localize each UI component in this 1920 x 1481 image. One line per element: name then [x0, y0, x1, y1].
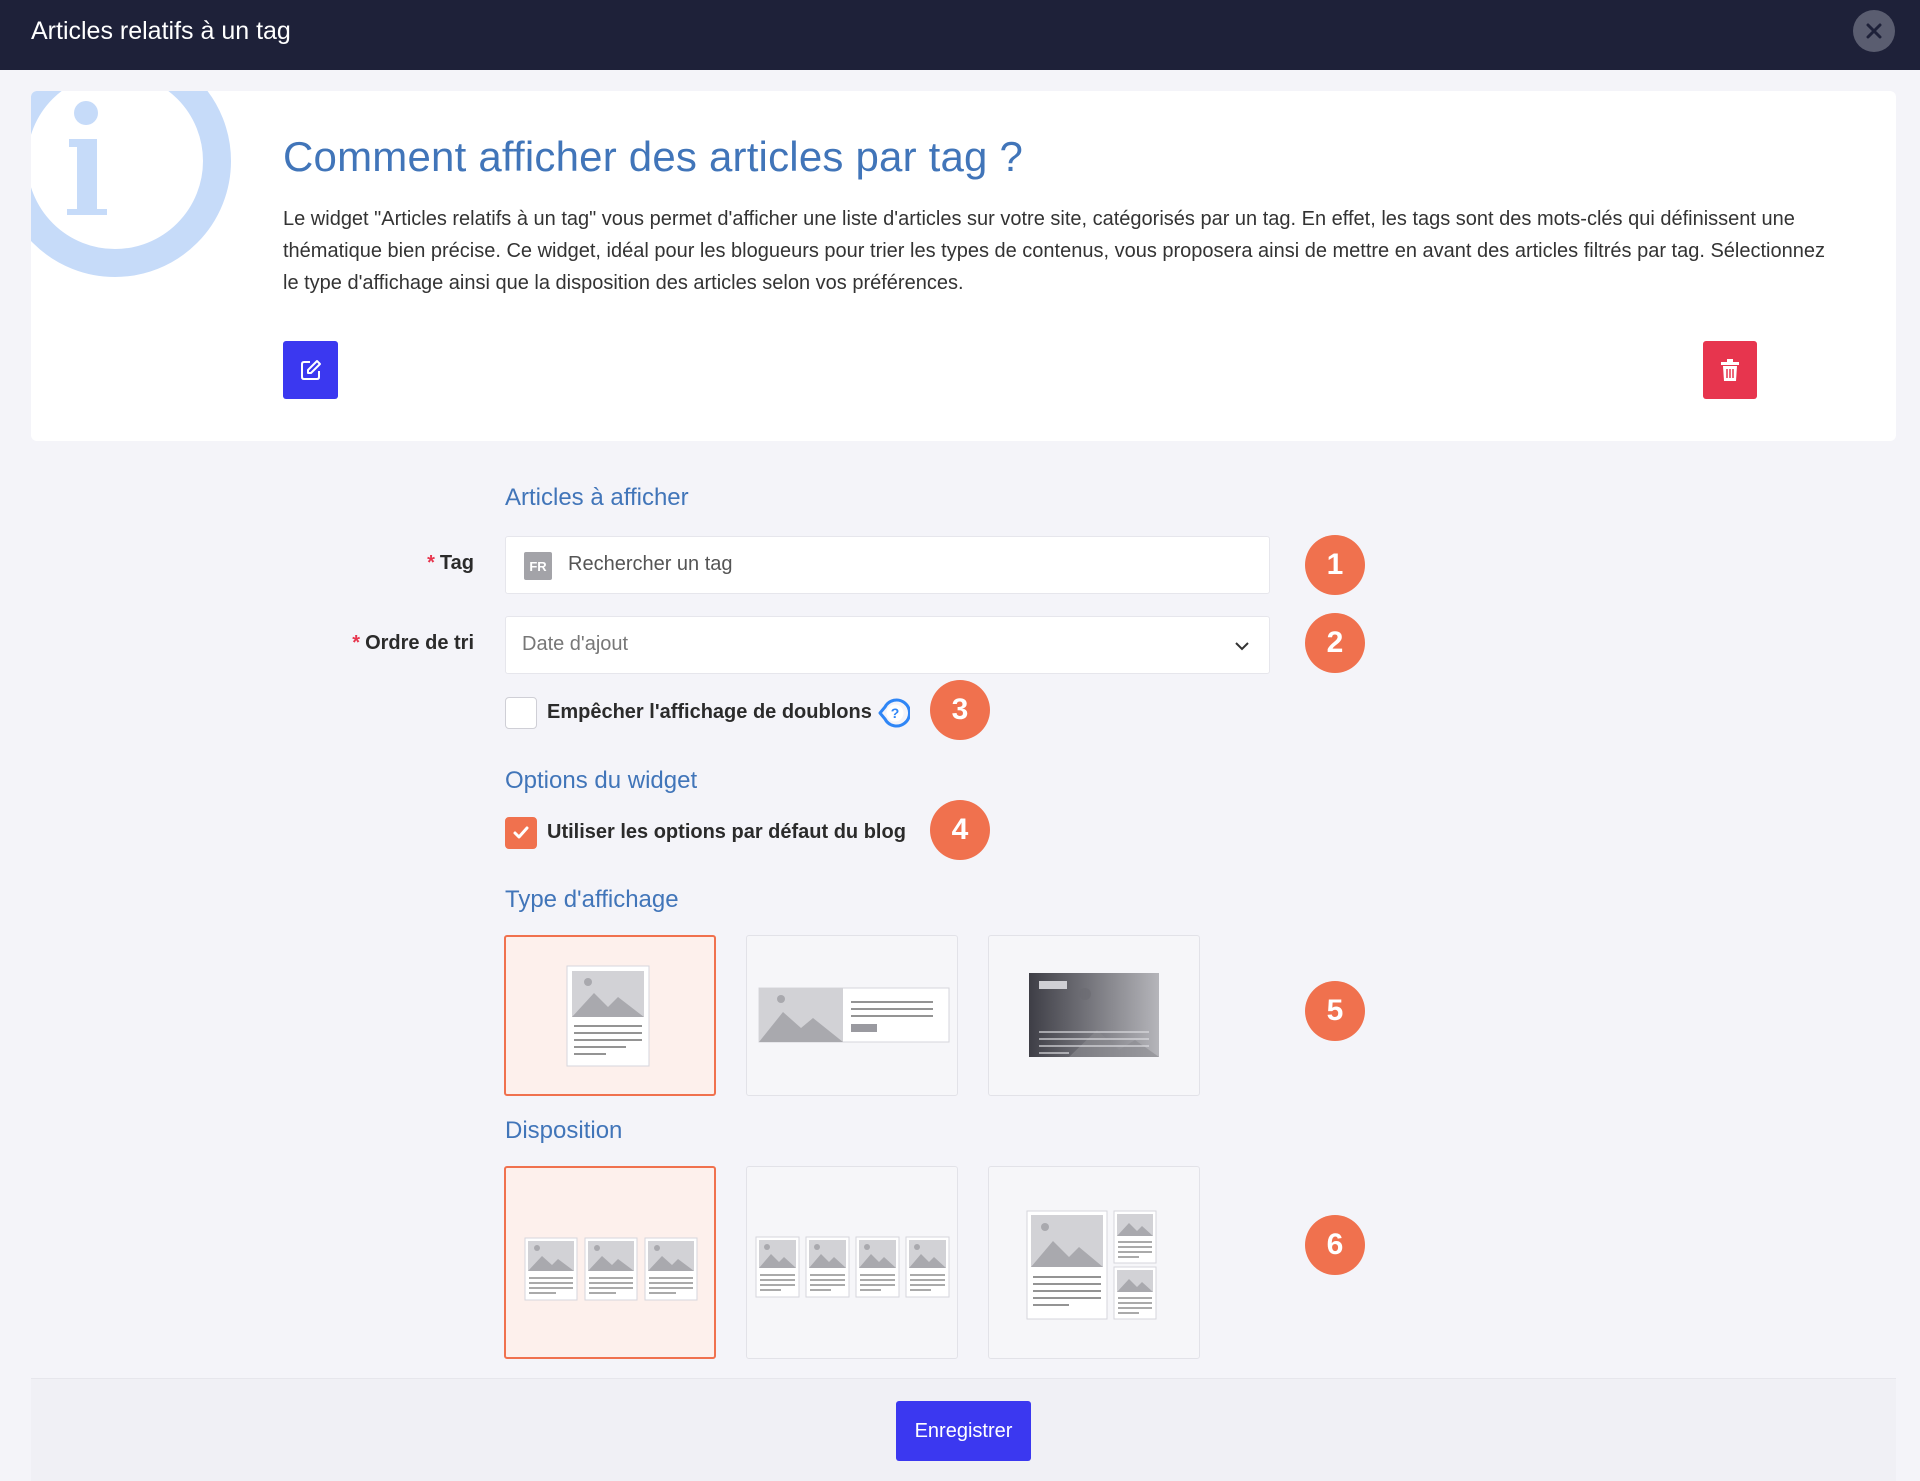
required-mark: *: [427, 552, 435, 574]
delete-button[interactable]: [1703, 341, 1757, 399]
tag-search-placeholder: Rechercher un tag: [568, 553, 733, 575]
display-type-card[interactable]: [504, 935, 716, 1096]
layout-featured-grid[interactable]: [988, 1166, 1200, 1359]
sort-label: * Ordre de tri: [300, 632, 474, 655]
help-icon[interactable]: ?: [876, 696, 910, 730]
horizontal-layout-preview: [758, 987, 950, 1043]
section-widget-options: Options du widget: [505, 767, 698, 794]
info-description: Le widget "Articles relatifs à un tag" v…: [283, 208, 1825, 294]
display-type-horizontal[interactable]: [746, 935, 958, 1096]
edit-button[interactable]: [283, 341, 338, 399]
close-icon: [1866, 23, 1882, 39]
step-badge-2: 2: [1305, 613, 1365, 673]
info-card: Comment afficher des articles par tag ? …: [31, 91, 1896, 441]
svg-text:?: ?: [891, 705, 900, 721]
tag-label-text: Tag: [439, 552, 474, 574]
step-badge-5: 5: [1305, 981, 1365, 1041]
no-duplicates-label: Empêcher l'affichage de doublons: [547, 701, 872, 723]
featured-grid-preview: [1026, 1210, 1157, 1320]
three-columns-preview: [524, 1237, 698, 1301]
use-blog-defaults-label: Utiliser les options par défaut du blog: [547, 821, 906, 843]
display-type-overlay[interactable]: [988, 935, 1200, 1096]
info-title: Comment afficher des articles par tag ?: [283, 133, 1024, 180]
tag-search-input[interactable]: FR Rechercher un tag: [505, 536, 1270, 594]
step-badge-4: 4: [930, 800, 990, 860]
language-badge: FR: [524, 552, 552, 580]
info-icon: [31, 91, 231, 277]
modal-header: Articles relatifs à un tag: [0, 0, 1920, 70]
required-mark: *: [352, 632, 361, 654]
overlay-layout-preview: [1029, 973, 1159, 1057]
trash-icon: [1721, 359, 1739, 381]
step-badge-6: 6: [1305, 1215, 1365, 1275]
checkmark-icon: [513, 826, 529, 839]
step-badge-1: 1: [1305, 535, 1365, 595]
tag-label: * Tag: [300, 552, 474, 575]
use-blog-defaults-checkbox[interactable]: [505, 817, 537, 849]
section-articles: Articles à afficher: [505, 484, 689, 511]
chevron-down-icon: [1235, 642, 1249, 651]
edit-icon: [300, 360, 321, 380]
sort-label-text: Ordre de tri: [365, 632, 474, 654]
no-duplicates-checkbox[interactable]: [505, 697, 537, 729]
step-badge-3: 3: [930, 680, 990, 740]
card-layout-preview: [566, 965, 650, 1067]
section-display-type: Type d'affichage: [505, 886, 679, 913]
close-button[interactable]: [1853, 10, 1895, 52]
layout-four-columns[interactable]: [746, 1166, 958, 1359]
modal-title: Articles relatifs à un tag: [31, 17, 291, 45]
sort-order-select[interactable]: Date d'ajout: [505, 616, 1270, 674]
four-columns-preview: [755, 1236, 950, 1298]
save-button[interactable]: Enregistrer: [896, 1401, 1031, 1461]
sort-order-value: Date d'ajout: [522, 633, 629, 655]
layout-three-columns[interactable]: [504, 1166, 716, 1359]
section-disposition: Disposition: [505, 1117, 623, 1144]
